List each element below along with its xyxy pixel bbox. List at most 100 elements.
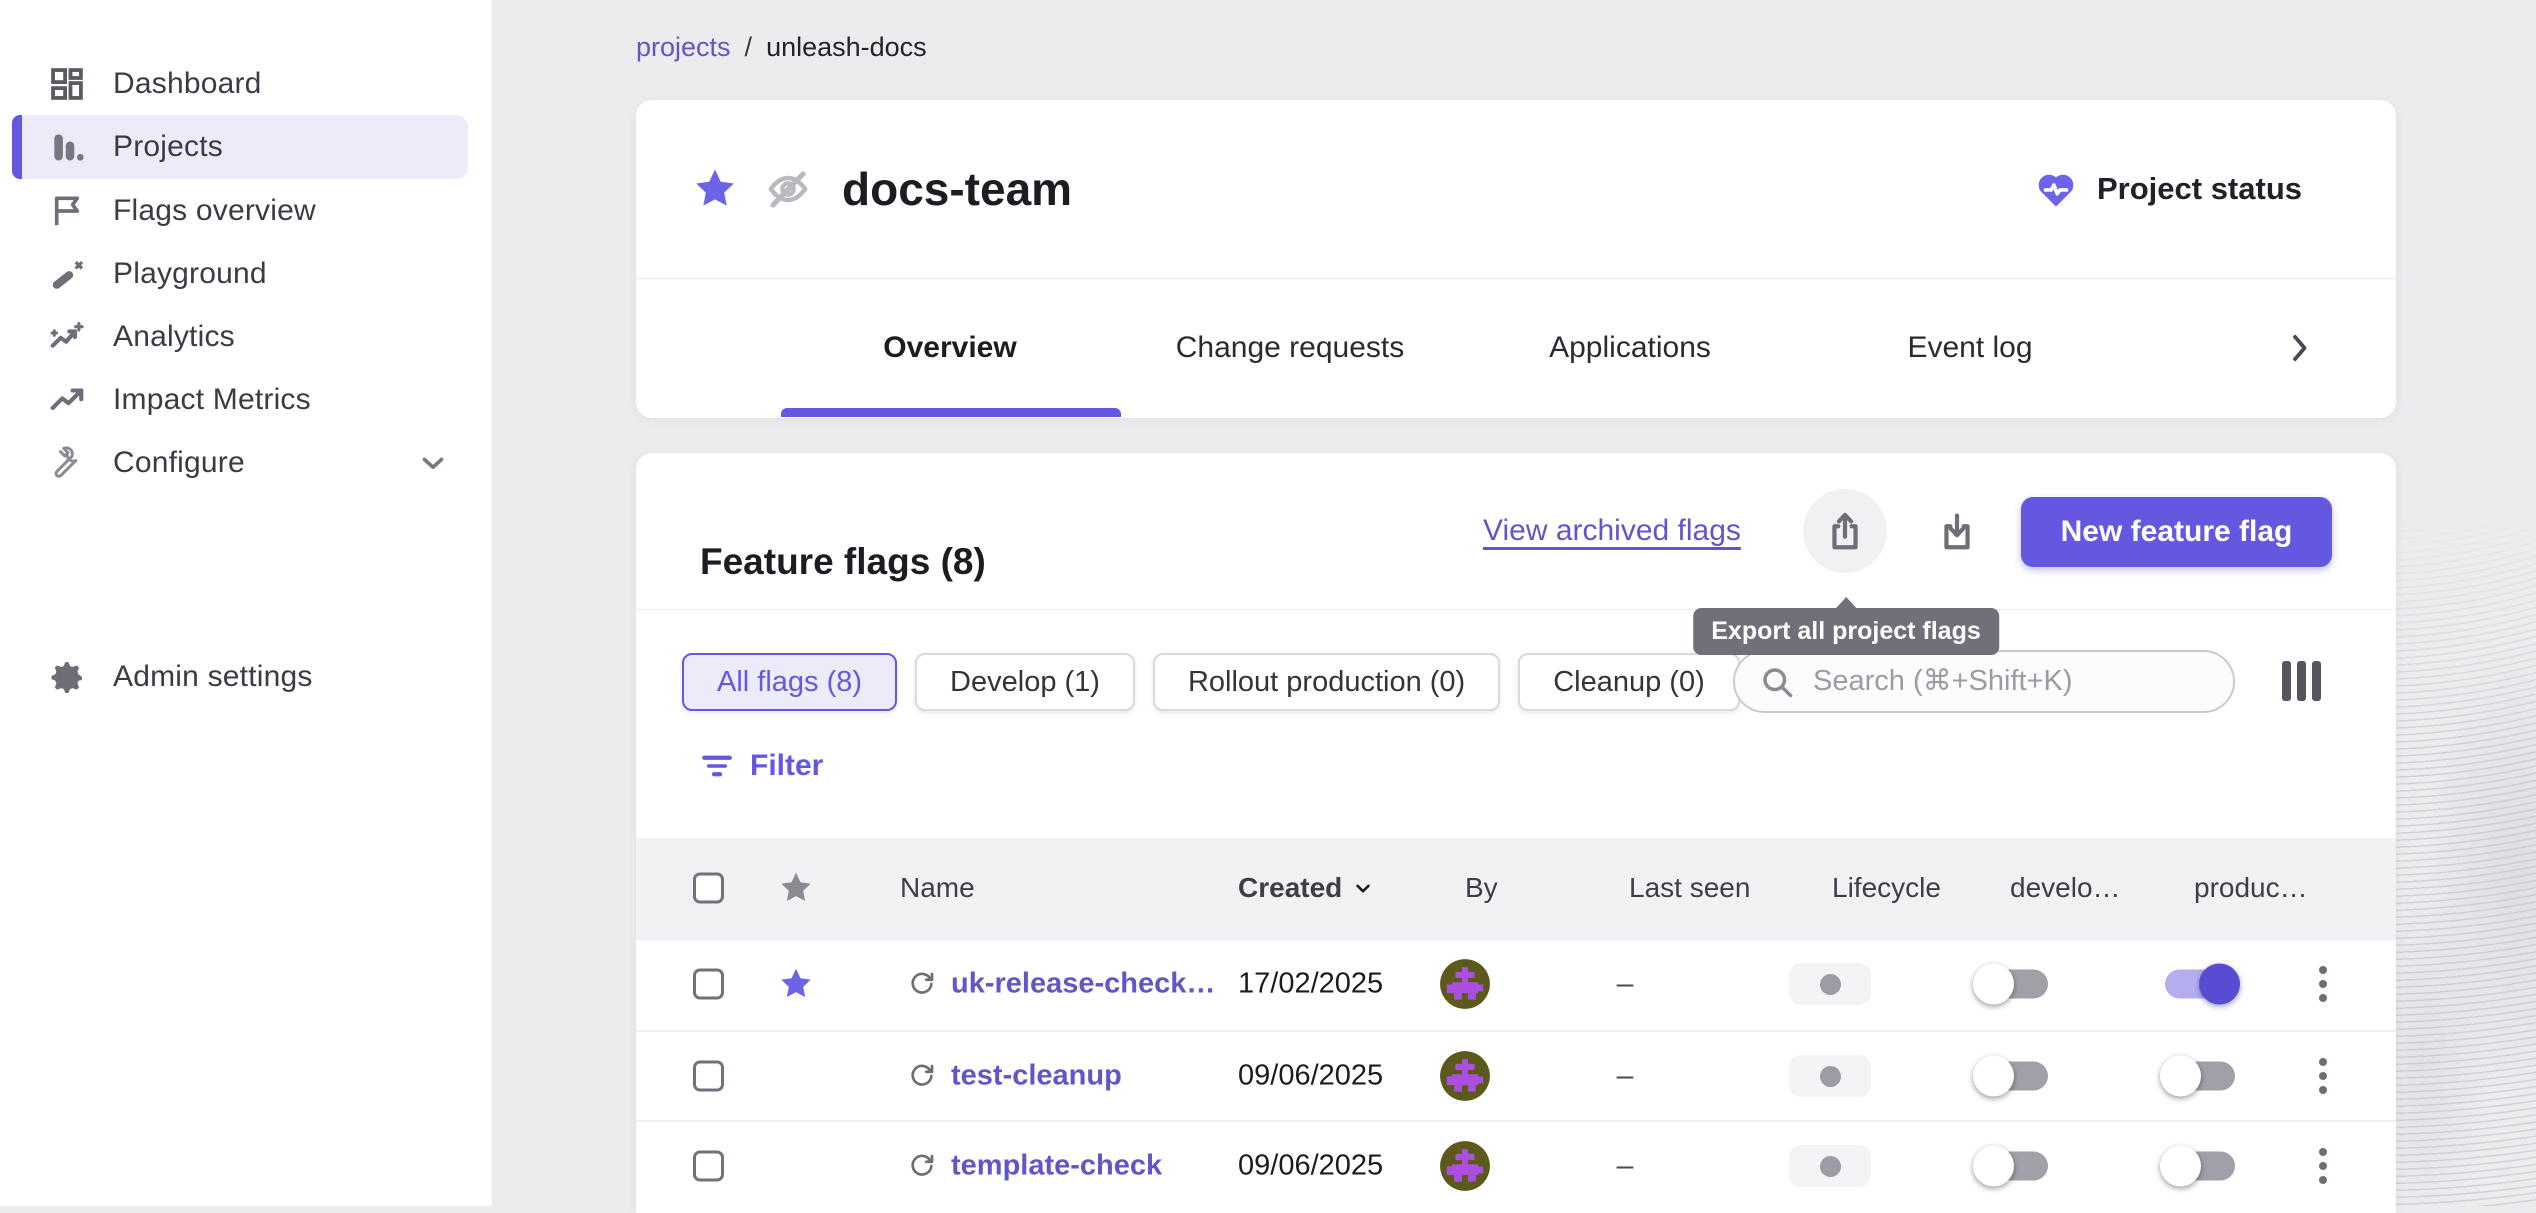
created-date: 09/06/2025 xyxy=(1238,1060,1383,1093)
column-header-created[interactable]: Created xyxy=(1238,872,1376,904)
lifecycle-sync-icon xyxy=(906,1060,938,1092)
favorite-star-icon[interactable] xyxy=(692,166,738,212)
row-menu-kebab-icon[interactable] xyxy=(2319,1148,2327,1184)
search-input[interactable] xyxy=(1811,664,2209,699)
development-toggle[interactable] xyxy=(1978,1062,2048,1091)
production-toggle[interactable] xyxy=(2165,1152,2235,1181)
select-all-checkbox[interactable] xyxy=(693,873,724,904)
sidebar-item-label: Impact Metrics xyxy=(113,383,311,417)
row-checkbox[interactable] xyxy=(693,1151,724,1182)
chip-all-flags[interactable]: All flags (8) xyxy=(682,653,897,711)
last-seen-value: – xyxy=(1617,967,1634,1001)
last-seen-value: – xyxy=(1617,1149,1634,1183)
import-icon xyxy=(1934,508,1980,554)
tab-applications[interactable]: Applications xyxy=(1460,331,1800,365)
sidebar-item-dashboard[interactable]: Dashboard xyxy=(0,52,492,115)
sidebar-item-playground[interactable]: Playground xyxy=(0,242,492,305)
active-tab-indicator xyxy=(781,408,1121,417)
favorite-star-icon[interactable] xyxy=(778,966,814,1002)
sidebar-item-admin-settings[interactable]: Admin settings xyxy=(0,645,492,708)
project-header-card: docs-team Project status Overview Change… xyxy=(636,100,2396,418)
sidebar-nav: Dashboard Projects Flags overview Playgr… xyxy=(0,52,492,494)
chevron-right-icon[interactable] xyxy=(2280,329,2318,367)
lifecycle-badge[interactable] xyxy=(1789,963,1871,1005)
view-archived-flags-link[interactable]: View archived flags xyxy=(1483,514,1741,548)
table-row: test-cleanup 09/06/2025 – xyxy=(636,1030,2396,1120)
column-header-by[interactable]: By xyxy=(1465,872,1498,904)
tab-overview[interactable]: Overview xyxy=(780,331,1120,365)
columns-settings-button[interactable] xyxy=(2282,661,2321,701)
filter-button[interactable]: Filter xyxy=(699,748,823,784)
flag-search xyxy=(1733,650,2235,713)
export-tooltip: Export all project flags xyxy=(1693,608,1999,655)
row-checkbox[interactable] xyxy=(693,969,724,1000)
user-avatar[interactable] xyxy=(1439,1140,1491,1192)
feature-flags-header: Feature flags (8) View archived flags Ne… xyxy=(636,453,2396,610)
sidebar-item-impact-metrics[interactable]: Impact Metrics xyxy=(0,368,492,431)
tab-change-requests[interactable]: Change requests xyxy=(1120,331,1460,365)
column-header-name[interactable]: Name xyxy=(900,872,975,904)
filter-label: Filter xyxy=(750,749,823,783)
import-flags-button[interactable] xyxy=(1915,489,1999,573)
column-header-last-seen[interactable]: Last seen xyxy=(1629,872,1750,904)
last-seen-value: – xyxy=(1617,1059,1634,1093)
sidebar-item-configure[interactable]: Configure xyxy=(0,431,492,494)
sidebar: Dashboard Projects Flags overview Playgr… xyxy=(0,0,493,1206)
new-feature-flag-button[interactable]: New feature flag xyxy=(2021,497,2332,567)
export-flags-button[interactable] xyxy=(1803,489,1887,573)
project-status-button[interactable]: Project status xyxy=(2033,166,2340,212)
lifecycle-badge[interactable] xyxy=(1789,1145,1871,1187)
hidden-eye-icon xyxy=(764,165,812,213)
sidebar-item-label: Playground xyxy=(113,257,267,291)
trending-up-icon xyxy=(48,381,86,419)
bar-chart-icon xyxy=(48,128,86,166)
breadcrumb-projects-link[interactable]: projects xyxy=(636,32,731,63)
development-toggle[interactable] xyxy=(1978,1152,2048,1181)
project-tabs: Overview Change requests Applications Ev… xyxy=(636,279,2396,417)
project-title: docs-team xyxy=(842,162,1072,216)
column-header-created-label: Created xyxy=(1238,872,1342,904)
sidebar-item-label: Admin settings xyxy=(113,660,313,694)
chip-develop[interactable]: Develop (1) xyxy=(915,653,1135,711)
sidebar-item-label: Configure xyxy=(113,446,245,480)
feature-flags-title: Feature flags (8) xyxy=(700,541,986,583)
main-content: projects / unleash-docs docs-team Projec… xyxy=(493,0,2536,1206)
sidebar-item-label: Dashboard xyxy=(113,67,262,101)
production-toggle[interactable] xyxy=(2165,1062,2235,1091)
wand-icon xyxy=(48,255,86,293)
tab-event-log[interactable]: Event log xyxy=(1800,331,2140,365)
flags-table-header: Name Created By Last seen Lifecycle deve… xyxy=(636,838,2396,938)
column-header-lifecycle[interactable]: Lifecycle xyxy=(1832,872,1941,904)
row-menu-kebab-icon[interactable] xyxy=(2319,1058,2327,1094)
column-header-development[interactable]: develo… xyxy=(2010,872,2121,904)
chevron-down-icon xyxy=(416,446,450,480)
favorites-column-star-icon[interactable] xyxy=(778,870,814,906)
wrench-icon xyxy=(48,444,86,482)
row-checkbox[interactable] xyxy=(693,1061,724,1092)
development-toggle[interactable] xyxy=(1978,970,2048,999)
user-avatar[interactable] xyxy=(1439,1050,1491,1102)
user-avatar[interactable] xyxy=(1439,958,1491,1010)
project-status-label: Project status xyxy=(2097,171,2302,207)
created-date: 17/02/2025 xyxy=(1238,968,1383,1001)
table-row: uk-release-check… 17/02/2025 – xyxy=(636,938,2396,1028)
heart-pulse-icon xyxy=(2033,166,2079,212)
sidebar-item-projects[interactable]: Projects xyxy=(12,115,468,179)
flag-icon xyxy=(48,192,86,230)
chip-rollout-production[interactable]: Rollout production (0) xyxy=(1153,653,1500,711)
chip-cleanup[interactable]: Cleanup (0) xyxy=(1518,653,1740,711)
lifecycle-badge[interactable] xyxy=(1789,1055,1871,1097)
search-icon xyxy=(1759,664,1795,700)
flag-name-link[interactable]: template-check xyxy=(951,1150,1162,1183)
sidebar-item-flags-overview[interactable]: Flags overview xyxy=(0,179,492,242)
sidebar-item-analytics[interactable]: Analytics xyxy=(0,305,492,368)
production-toggle[interactable] xyxy=(2165,970,2235,999)
row-menu-kebab-icon[interactable] xyxy=(2319,966,2327,1002)
sidebar-item-label: Flags overview xyxy=(113,194,316,228)
project-title-row: docs-team Project status xyxy=(636,100,2396,278)
column-header-production[interactable]: produc… xyxy=(2194,872,2308,904)
flag-name-link[interactable]: test-cleanup xyxy=(951,1060,1122,1093)
flag-name-link[interactable]: uk-release-check… xyxy=(951,968,1215,1001)
table-row: template-check 09/06/2025 – xyxy=(636,1120,2396,1210)
lifecycle-sync-icon xyxy=(906,968,938,1000)
